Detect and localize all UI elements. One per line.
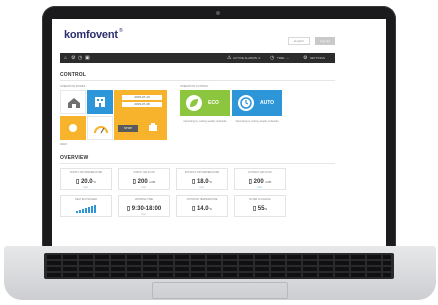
sun-icon — [69, 124, 77, 132]
card-title: HEAT EXCHANGER — [75, 198, 97, 201]
clock-small-icon[interactable]: ◷ — [78, 55, 82, 61]
card-title: WORKING TIME — [134, 198, 154, 201]
card-title: SUPPLY AIR FLOW — [133, 171, 155, 174]
overview-card[interactable]: SUPPLY AIR FLOW ▯ 200 m³/h EDIT — [118, 168, 170, 190]
overview-heading: OVERVIEW — [60, 155, 89, 161]
card-value: ▯ 200 m³/h — [132, 179, 156, 185]
schedule-tile[interactable]: 2015-07-13 2015-07-28 STOP — [114, 90, 167, 140]
card-edit-link[interactable]: EDIT — [61, 187, 111, 189]
mode-home-tile[interactable] — [60, 90, 86, 114]
overview-card[interactable]: HEAT EXCHANGER — [60, 195, 112, 217]
operation-control-label: OPERATION CONTROL — [180, 85, 209, 88]
overview-card[interactable]: EXTRACT AIR TEMPERATURE ▯ 18.0°C EDIT — [176, 168, 228, 190]
card-value: ▯ 9:30-18:00 — [126, 206, 162, 212]
card-edit-link[interactable]: EDIT — [235, 187, 285, 189]
card-value: ▯ 55% — [252, 206, 268, 212]
card-title: FILTER CLOGGING — [249, 198, 271, 201]
auto-clock-icon — [238, 95, 254, 111]
eco-leaf-icon — [186, 95, 202, 111]
control-divider — [60, 80, 335, 81]
date-field-end[interactable]: 2015-07-28 — [122, 102, 162, 107]
stop-button[interactable]: STOP — [118, 125, 138, 132]
card-title: OUTDOOR TEMPERATURE — [186, 198, 218, 201]
settings-small-icon[interactable]: ⚙ — [71, 55, 75, 61]
card-title: SUPPLY AIR TEMPERATURE — [69, 171, 103, 174]
card-title: EXTRACT AIR FLOW — [248, 171, 272, 174]
top-toolbar: ⌂ ⚙ ◷ ▣ ⚠ ACTIVE ALARMS: 0 ◷ TIME: --- ⚙… — [60, 53, 335, 63]
eco-button[interactable]: ECO — [180, 90, 230, 116]
briefcase-icon — [149, 123, 157, 131]
trackpad — [152, 282, 288, 299]
overview-card[interactable]: FILTER CLOGGING ▯ 55% — [234, 195, 286, 217]
card-value: ▯ 18.0°C — [191, 179, 213, 185]
camera — [216, 11, 220, 15]
card-value: ▯ 20.0°C — [75, 179, 97, 185]
heat-exchanger-bars-icon — [76, 205, 96, 213]
mode-gauge-tile[interactable] — [87, 116, 113, 140]
card-edit-link[interactable]: EDIT — [119, 214, 169, 216]
mode-building-tile[interactable] — [87, 90, 113, 114]
brand-logo: komfovent — [64, 29, 118, 41]
date-field-start[interactable]: 2015-07-13 — [122, 95, 162, 100]
overview-card[interactable]: SUPPLY AIR TEMPERATURE ▯ 20.0°C EDIT — [60, 168, 112, 190]
key-row — [47, 261, 391, 265]
logout-button[interactable]: Log out — [315, 37, 335, 45]
auto-button[interactable]: AUTO — [232, 90, 282, 116]
card-title: EXTRACT AIR TEMPERATURE — [184, 171, 220, 174]
alarm-label[interactable]: ACTIVE ALARMS: 0 — [233, 56, 260, 60]
home-icon[interactable]: ⌂ — [64, 55, 67, 61]
time-label[interactable]: TIME: --- — [277, 56, 289, 60]
mode-sun-tile[interactable] — [60, 116, 86, 140]
auto-note: Operating by setting weekly schedule — [235, 120, 279, 123]
card-edit-link[interactable]: EDIT — [119, 187, 169, 189]
gear-icon: ⚙ — [303, 55, 308, 61]
user-icon[interactable]: ▣ — [85, 55, 90, 61]
building-icon — [95, 97, 105, 107]
settings-label[interactable]: SETTINGS — [310, 56, 325, 60]
auto-label: AUTO — [260, 100, 275, 106]
mode-caption: AWAY — [60, 143, 68, 146]
key-row — [47, 255, 391, 259]
overview-card[interactable]: OUTDOOR TEMPERATURE ▯ 14.0°C — [176, 195, 228, 217]
eco-label: ECO — [208, 100, 219, 106]
clock-icon: ◷ — [270, 55, 275, 61]
brand-mark: ® — [119, 28, 123, 34]
app-screen: komfovent ® English Log out ⌂ ⚙ ◷ ▣ ⚠ AC… — [52, 19, 386, 247]
operation-modes-label: OPERATION MODES — [60, 85, 86, 88]
alarm-icon: ⚠ — [227, 55, 232, 61]
home-icon — [68, 98, 80, 108]
gauge-icon — [94, 126, 108, 134]
control-heading: CONTROL — [60, 72, 87, 78]
key-row — [47, 267, 391, 271]
key-row — [47, 273, 391, 277]
card-value: ▯ 200 m³/h — [248, 179, 272, 185]
keyboard — [44, 253, 394, 279]
card-value: ▯ 14.0°C — [191, 206, 213, 212]
overview-divider — [60, 163, 335, 164]
card-edit-link[interactable]: EDIT — [177, 187, 227, 189]
overview-card[interactable]: WORKING TIME ▯ 9:30-18:00 EDIT — [118, 195, 170, 217]
eco-note: Operating by setting weekly schedule — [183, 120, 227, 123]
overview-card[interactable]: EXTRACT AIR FLOW ▯ 200 m³/h EDIT — [234, 168, 286, 190]
language-select[interactable]: English — [288, 37, 310, 45]
